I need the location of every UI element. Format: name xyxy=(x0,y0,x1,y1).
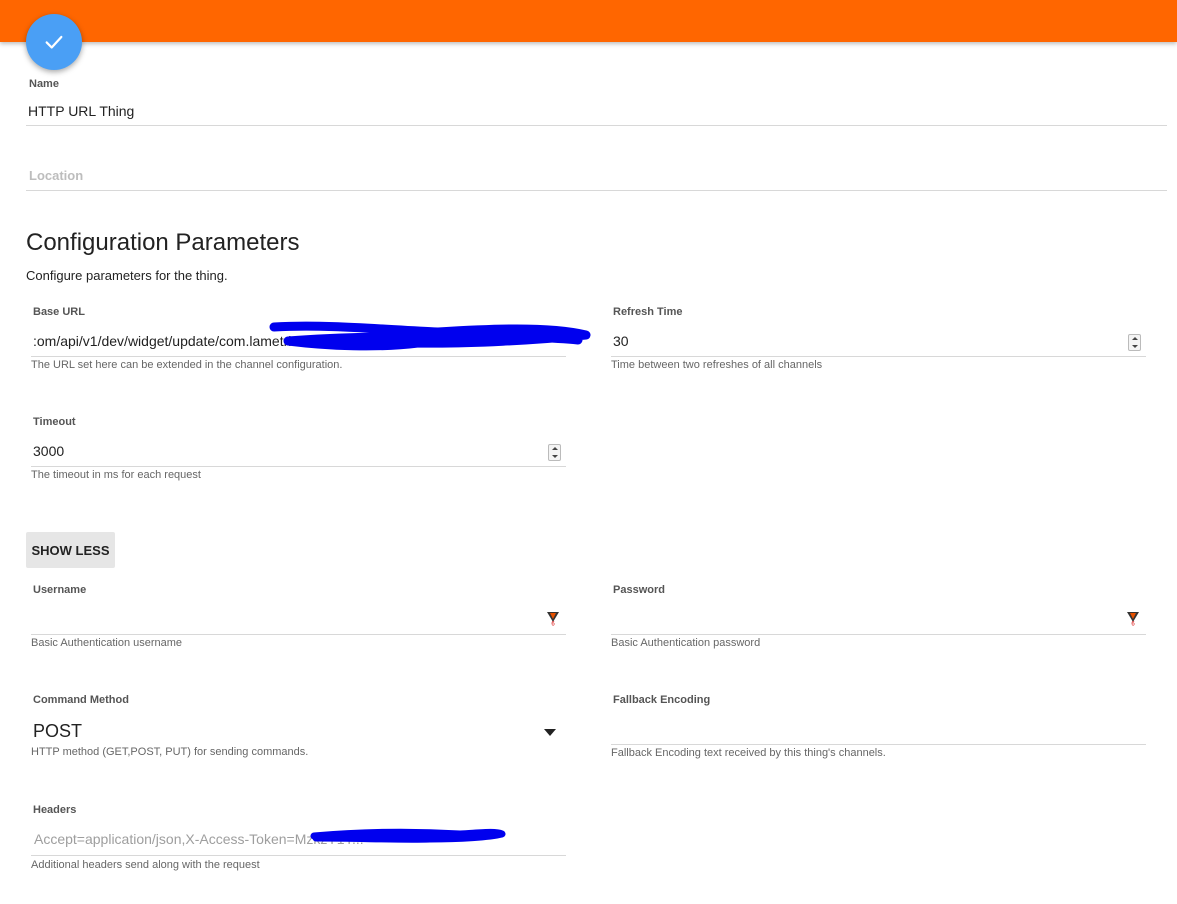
redaction-scribble xyxy=(269,321,591,351)
check-icon xyxy=(45,35,63,49)
password-label: Password xyxy=(613,584,665,596)
timeout-label: Timeout xyxy=(33,416,76,428)
username-help: Basic Authentication username xyxy=(31,637,183,649)
fallback-encoding-help: Fallback Encoding text received by this … xyxy=(611,747,886,759)
name-underline xyxy=(26,125,1167,126)
command-method-label: Command Method xyxy=(33,694,129,706)
timeout-spinner[interactable] xyxy=(548,444,561,461)
password-underline xyxy=(611,634,1146,635)
top-app-bar xyxy=(0,0,1177,42)
username-underline xyxy=(31,634,566,635)
name-input[interactable]: HTTP URL Thing xyxy=(28,103,628,119)
command-method-help: HTTP method (GET,POST, PUT) for sending … xyxy=(31,746,309,758)
password-help: Basic Authentication password xyxy=(611,637,761,649)
username-label: Username xyxy=(33,584,87,596)
section-subtitle: Configure parameters for the thing. xyxy=(26,268,228,283)
redaction-scribble xyxy=(310,828,506,843)
location-underline xyxy=(26,190,1167,191)
timeout-help: The timeout in ms for each request xyxy=(31,469,201,481)
show-less-button[interactable]: SHOW LESS xyxy=(26,532,115,568)
svg-text:6: 6 xyxy=(1131,622,1135,627)
refresh-time-help: Time between two refreshes of all channe… xyxy=(611,359,823,371)
password-manager-icon[interactable]: 6 xyxy=(1126,610,1140,626)
save-button[interactable] xyxy=(26,14,82,70)
base-url-label: Base URL xyxy=(33,306,85,318)
base-url-underline xyxy=(31,356,566,357)
headers-help: Additional headers send along with the r… xyxy=(31,859,260,871)
refresh-time-input[interactable]: 30 xyxy=(613,333,813,349)
timeout-underline xyxy=(31,466,566,467)
base-url-help: The URL set here can be extended in the … xyxy=(31,359,343,371)
fallback-encoding-label: Fallback Encoding xyxy=(613,694,711,706)
headers-label: Headers xyxy=(33,804,77,816)
headers-underline xyxy=(31,855,566,856)
refresh-time-underline xyxy=(611,356,1146,357)
chevron-down-icon[interactable] xyxy=(544,729,556,736)
svg-text:6: 6 xyxy=(551,622,555,627)
password-manager-icon[interactable]: 6 xyxy=(546,610,560,626)
refresh-time-label: Refresh Time xyxy=(613,306,683,318)
name-label: Name xyxy=(29,78,59,90)
fallback-encoding-underline xyxy=(611,744,1146,745)
location-input[interactable]: Location xyxy=(29,168,83,183)
section-title: Configuration Parameters xyxy=(26,229,300,256)
command-method-select[interactable]: POST xyxy=(33,721,433,742)
timeout-input[interactable]: 3000 xyxy=(33,443,233,459)
refresh-time-spinner[interactable] xyxy=(1128,334,1141,351)
